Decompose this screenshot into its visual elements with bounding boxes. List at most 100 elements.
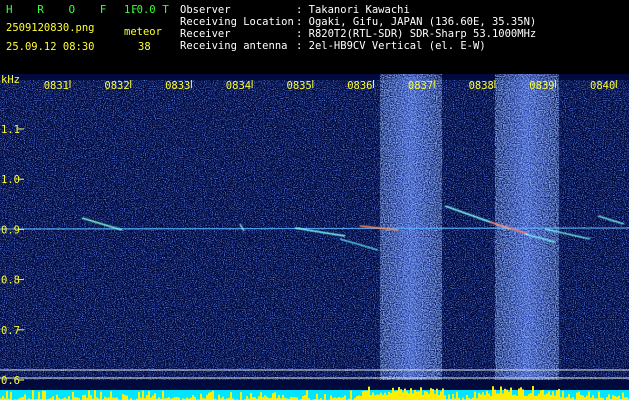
signal-bar — [416, 391, 418, 400]
signal-bar — [402, 392, 404, 400]
signal-bar — [356, 396, 358, 400]
signal-bar — [422, 394, 424, 400]
signal-bar — [246, 396, 248, 400]
signal-bar — [488, 393, 490, 400]
info-antenna-value: : 2el-HB9CV Vertical (el. E-W) — [296, 40, 486, 52]
signal-bar — [32, 390, 34, 400]
signal-bar — [110, 391, 112, 400]
y-tick-label-0.8: 0.8 — [1, 275, 20, 287]
info-location-value: : Ogaki, Gifu, JAPAN (136.60E, 35.35N) — [296, 16, 537, 28]
signal-bar — [418, 391, 420, 400]
signal-bar — [448, 394, 450, 400]
signal-bar — [370, 395, 372, 400]
signal-bar — [576, 392, 578, 400]
signal-bar — [518, 388, 520, 400]
date-time: 25.09.12 08:30 — [6, 41, 95, 53]
signal-bar — [552, 391, 554, 400]
y-tick-label-1.1: 1.1 — [1, 124, 20, 136]
signal-bar — [478, 392, 480, 400]
signal-bar — [122, 394, 124, 400]
signal-bar — [516, 395, 518, 400]
signal-bar — [366, 390, 368, 400]
signal-bar — [480, 394, 482, 400]
signal-bar — [580, 394, 582, 400]
signal-bar — [514, 394, 516, 400]
signal-bar — [148, 390, 150, 400]
signal-bar — [408, 393, 410, 400]
signal-bar — [388, 391, 390, 400]
signal-bar — [492, 386, 494, 400]
signal-bar — [84, 394, 86, 400]
signal-bar — [568, 393, 570, 400]
noise-band-0837-texture — [380, 74, 442, 380]
signal-bar — [544, 394, 546, 400]
x-tick-label-0835: 0835 — [287, 80, 312, 92]
signal-bar — [212, 390, 214, 400]
signal-bar — [484, 395, 486, 400]
signal-bar — [364, 390, 366, 400]
signal-bar — [586, 395, 588, 400]
header-panel: H R O F F T 1.0.0 2509120830.png meteor … — [0, 0, 629, 72]
info-observer-value: : Takanori Kawachi — [296, 4, 410, 16]
signal-bar — [554, 395, 556, 400]
signal-bar — [542, 389, 544, 400]
signal-bar — [200, 393, 202, 400]
signal-bar — [528, 394, 530, 400]
spectrogram-svg: 0831 0832 0833 0834 0835 0836 0837 0838 0839 0840… — [0, 74, 629, 400]
signal-bar — [358, 395, 360, 400]
signal-bar — [316, 393, 318, 400]
info-antenna-label: Receiving antenna — [180, 40, 288, 52]
signal-bar — [192, 395, 194, 400]
signal-bar — [250, 392, 252, 400]
signal-bar — [304, 395, 306, 400]
signal-bar — [524, 395, 526, 400]
signal-bar — [608, 394, 610, 400]
signal-bar — [368, 386, 370, 400]
signal-bar — [230, 392, 232, 400]
signal-bar — [424, 391, 426, 400]
signal-bar — [496, 393, 498, 400]
signal-bar — [452, 394, 454, 400]
y-axis-label: kHz — [1, 74, 20, 86]
signal-bar — [556, 390, 558, 400]
signal-bar — [42, 390, 44, 400]
signal-bar — [414, 389, 416, 400]
signal-bar — [272, 393, 274, 400]
signal-bar — [546, 393, 548, 400]
x-tick-label-0839: 0839 — [529, 80, 554, 92]
signal-bar — [412, 393, 414, 400]
signal-bar — [6, 390, 8, 400]
signal-bar — [282, 394, 284, 400]
signal-bar — [82, 395, 84, 400]
signal-bar — [612, 395, 614, 400]
signal-bar — [390, 392, 392, 400]
signal-bar — [538, 393, 540, 400]
signal-bar — [360, 395, 362, 400]
signal-bar — [44, 390, 46, 400]
signal-bar — [498, 393, 500, 400]
signal-bar — [550, 395, 552, 400]
x-tick-label-0831: 0831 — [44, 80, 69, 92]
signal-bar — [152, 395, 154, 400]
signal-bar — [264, 395, 266, 400]
info-observer-label: Observer — [180, 4, 231, 16]
signal-bar — [258, 396, 260, 400]
signal-bar — [436, 388, 438, 400]
signal-bar — [24, 394, 26, 400]
meteor-count: 38 — [138, 41, 151, 53]
spectrogram: 0831 0832 0833 0834 0835 0836 0837 0838 0839 0840… — [0, 74, 629, 400]
signal-bar — [2, 396, 4, 400]
signal-bar — [146, 395, 148, 400]
signal-bar — [510, 387, 512, 400]
signal-bar — [350, 390, 352, 400]
signal-bar — [444, 395, 446, 400]
y-tick-label-1.0: 1.0 — [1, 174, 20, 186]
signal-bar — [382, 394, 384, 400]
signal-bar — [396, 390, 398, 400]
signal-bar — [432, 389, 434, 400]
signal-bar — [386, 394, 388, 400]
signal-bar — [274, 392, 276, 400]
signal-bar — [474, 391, 476, 400]
x-tick-label-0838: 0838 — [469, 80, 494, 92]
x-tick-label-0836: 0836 — [347, 80, 372, 92]
